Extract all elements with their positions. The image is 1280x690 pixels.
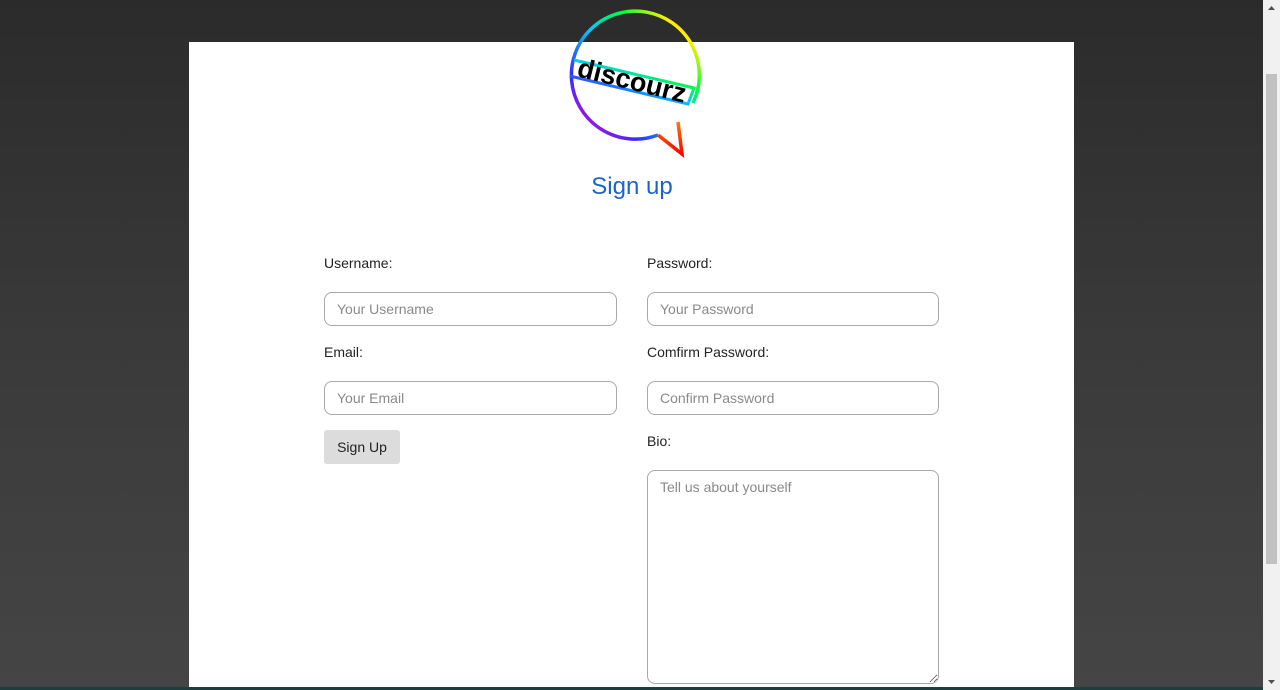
password-label: Password: bbox=[647, 255, 713, 271]
signup-button[interactable]: Sign Up bbox=[324, 430, 400, 464]
username-label: Username: bbox=[324, 255, 393, 271]
confirm-password-label: Comfirm Password: bbox=[647, 344, 770, 360]
password-input[interactable] bbox=[647, 292, 939, 326]
discourz-logo: discourz bbox=[569, 9, 702, 159]
email-label: Email: bbox=[324, 344, 363, 360]
confirm-password-input[interactable] bbox=[647, 381, 939, 415]
bio-label: Bio: bbox=[647, 433, 672, 449]
chevron-down-icon[interactable] bbox=[1263, 673, 1280, 690]
scrollbar-thumb[interactable] bbox=[1266, 74, 1277, 564]
bio-textarea[interactable] bbox=[647, 470, 939, 684]
page-title: Sign up bbox=[591, 173, 673, 200]
logo-wordmark: discourz bbox=[575, 53, 690, 109]
vertical-scrollbar[interactable] bbox=[1263, 0, 1280, 690]
username-input[interactable] bbox=[324, 292, 617, 326]
chevron-up-icon[interactable] bbox=[1263, 0, 1280, 17]
email-input[interactable] bbox=[324, 381, 617, 415]
